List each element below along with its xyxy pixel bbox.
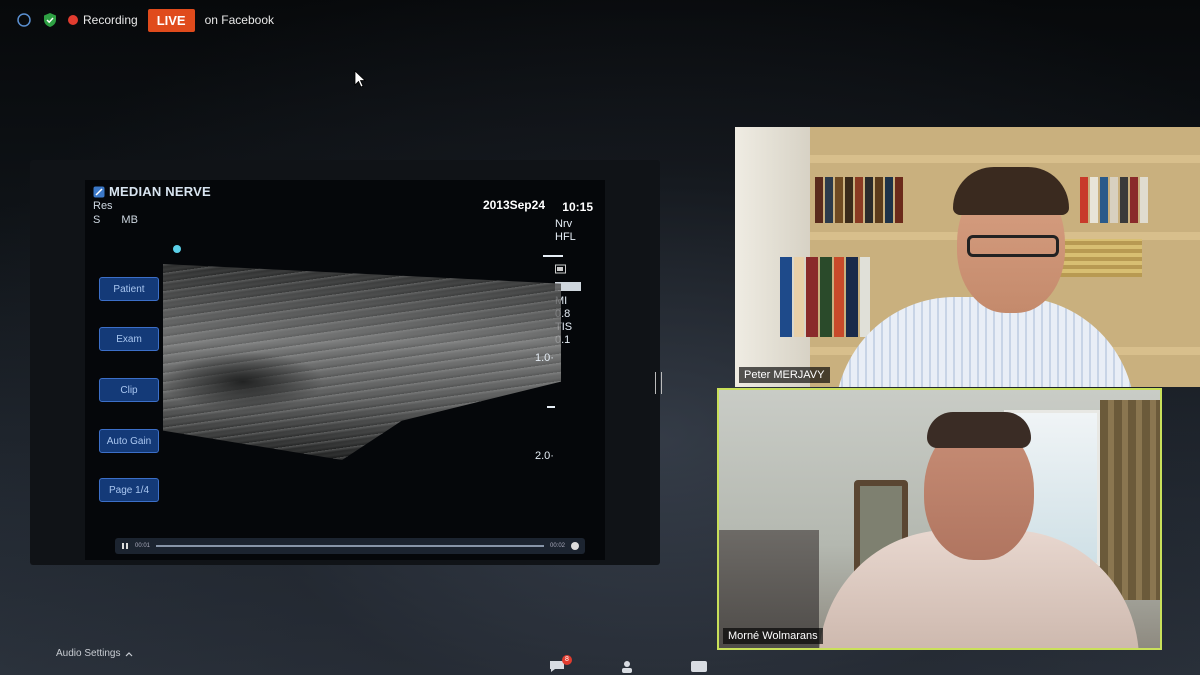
book-row	[1080, 177, 1148, 223]
res-label: Res	[93, 200, 113, 212]
exam-button-label: Exam	[116, 333, 142, 345]
participant-video-morne[interactable]: Morné Wolmarans	[717, 388, 1162, 650]
clip-button[interactable]: Clip	[99, 378, 159, 402]
auto-gain-button-label: Auto Gain	[106, 435, 152, 447]
depth-marker-1: 1.0·	[535, 352, 554, 364]
tis-value: 0.1	[555, 334, 571, 346]
exam-time: 10:15	[562, 200, 593, 214]
book-row	[780, 257, 870, 337]
patient-button[interactable]: Patient	[99, 277, 159, 301]
ultrasound-image	[163, 264, 561, 460]
exam-title: MEDIAN NERVE	[109, 184, 211, 199]
playbar-end-time: 00:02	[549, 543, 565, 549]
record-dot-icon	[68, 15, 78, 25]
tis-label: TIS	[555, 321, 573, 333]
exam-button[interactable]: Exam	[99, 327, 159, 351]
playbar-knob[interactable]	[571, 542, 579, 550]
meeting-info-icon[interactable]	[16, 12, 32, 28]
ultrasound-header: MEDIAN NERVE Res S MB	[93, 184, 211, 227]
chat-badge: 8	[562, 655, 572, 665]
shared-screen[interactable]: MEDIAN NERVE Res S MB 2013Sep24 10:15 Nr…	[30, 160, 660, 565]
ultrasound-side-panel: Nrv HFL MI 0.8 TIS 0.1	[555, 218, 595, 347]
exam-date: 2013Sep24	[482, 198, 545, 212]
s-label: S	[93, 214, 101, 226]
participant-name-tag: Peter MERJAVY	[739, 367, 830, 383]
battery-icon	[555, 264, 566, 274]
split-resize-handle[interactable]	[655, 372, 662, 394]
hfl-label: HFL	[555, 231, 576, 243]
book-row	[815, 177, 903, 223]
recording-indicator[interactable]: Recording	[68, 13, 138, 27]
participant-glasses	[967, 235, 1059, 257]
shelf	[810, 155, 1200, 163]
playbar-start-time: 00:01	[135, 543, 151, 549]
auto-gain-button[interactable]: Auto Gain	[99, 429, 159, 453]
depth-tick	[547, 406, 555, 408]
participant-hair	[927, 412, 1031, 448]
patient-button-label: Patient	[113, 283, 145, 295]
audio-settings-button[interactable]: Audio Settings	[56, 648, 133, 659]
live-destination-label: on Facebook	[204, 13, 274, 27]
page-button-label: Page 1/4	[108, 484, 150, 496]
audio-settings-label: Audio Settings	[56, 648, 121, 659]
chevron-up-icon	[125, 651, 132, 656]
share-screen-icon[interactable]	[690, 659, 708, 673]
clip-playbar[interactable]: 00:01 00:02	[115, 538, 585, 554]
mi-value: 0.8	[555, 308, 571, 320]
curtain	[1100, 400, 1160, 600]
live-button[interactable]: LIVE	[147, 8, 195, 32]
mi-label: MI	[555, 295, 568, 307]
playbar-track[interactable]	[156, 545, 544, 547]
basket	[1057, 239, 1142, 277]
nrv-label: Nrv	[555, 218, 573, 230]
participant-video-peter[interactable]: Peter MERJAVY	[735, 127, 1200, 387]
clip-button-label: Clip	[120, 384, 138, 396]
focus-marker	[173, 245, 181, 253]
depth-tick	[543, 255, 563, 257]
meeting-toolbar: Audio Settings 8	[0, 641, 1200, 675]
shield-check-icon[interactable]	[42, 12, 58, 28]
mb-label: MB	[121, 214, 138, 226]
participant-hair	[953, 167, 1069, 215]
mouse-pointer-icon	[354, 70, 366, 88]
meeting-status-bar: Recording LIVE on Facebook	[16, 8, 274, 32]
page-button[interactable]: Page 1/4	[99, 478, 159, 502]
ultrasound-display: MEDIAN NERVE Res S MB 2013Sep24 10:15 Nr…	[85, 180, 605, 560]
depth-marker-2: 2.0·	[535, 450, 554, 462]
recording-label: Recording	[83, 13, 138, 27]
participants-icon[interactable]	[620, 659, 638, 673]
pause-icon[interactable]	[121, 542, 129, 550]
preset-icon	[93, 186, 105, 197]
